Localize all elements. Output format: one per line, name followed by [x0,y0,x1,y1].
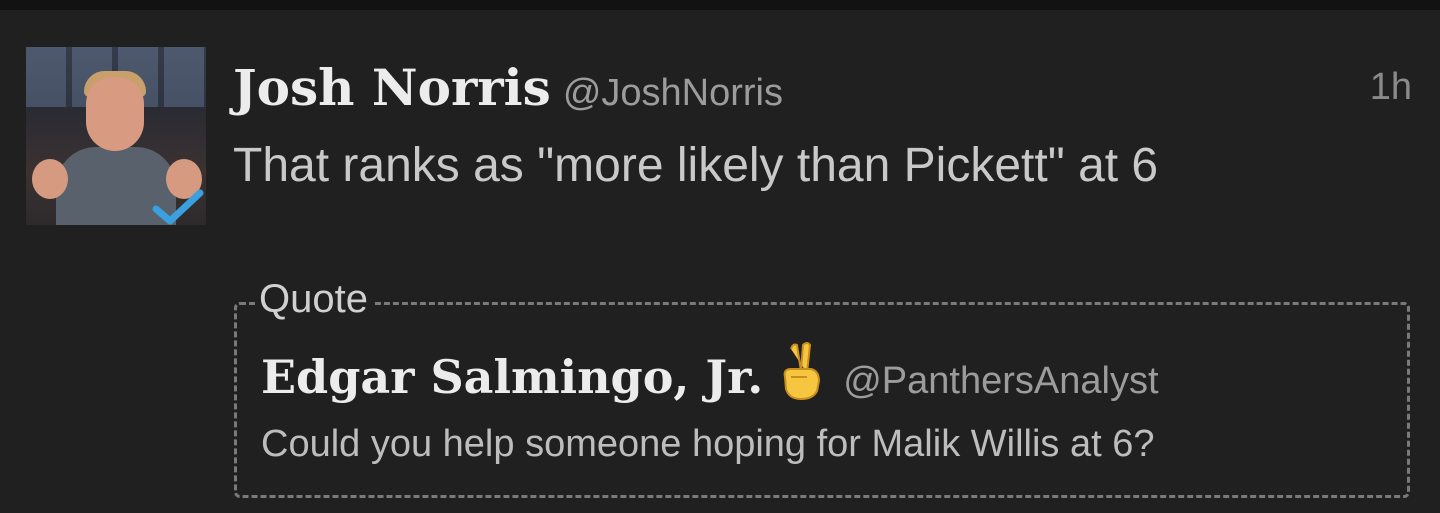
avatar-face [86,77,144,151]
tweet-timestamp: 1h [1369,66,1412,108]
tweet-header: Josh Norris @JoshNorris [233,58,783,117]
quote-label: Quote [255,277,372,322]
quoted-tweet[interactable]: Quote Edgar Salmingo, Jr. @PanthersAnaly… [234,277,1410,498]
top-bar [0,0,1440,10]
tweet[interactable]: Josh Norris @JoshNorris 1h That ranks as… [0,10,1440,513]
avatar[interactable] [26,47,206,225]
quoted-tweet-header: Edgar Salmingo, Jr. @PanthersAnalyst [261,341,1159,404]
quoted-author-display-name[interactable]: Edgar Salmingo, Jr. [261,350,763,404]
quoted-author-handle[interactable]: @PanthersAnalyst [843,360,1158,402]
author-display-name[interactable]: Josh Norris [233,58,551,117]
victory-hand-icon [783,342,821,401]
tweet-text: That ranks as "more likely than Pickett"… [233,139,1159,192]
avatar-hand-left [32,159,68,199]
author-handle[interactable]: @JoshNorris [563,72,783,114]
verified-check-icon [152,189,204,225]
quoted-tweet-text: Could you help someone hoping for Malik … [261,423,1155,465]
